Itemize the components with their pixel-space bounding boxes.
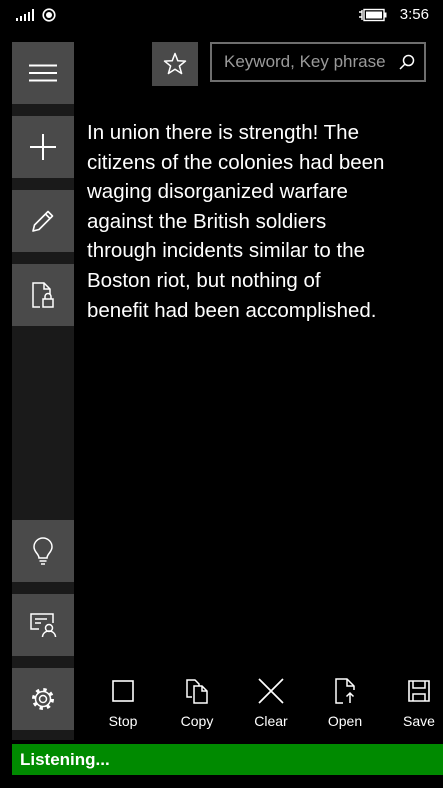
system-status-bar: 3:56 bbox=[0, 0, 443, 32]
menu-button[interactable] bbox=[12, 42, 74, 104]
clear-button[interactable]: Clear bbox=[237, 676, 305, 736]
open-label: Open bbox=[327, 713, 363, 729]
copy-icon bbox=[185, 676, 209, 706]
search-icon[interactable] bbox=[399, 54, 415, 70]
protected-document-button[interactable] bbox=[12, 264, 74, 326]
copy-button[interactable]: Copy bbox=[163, 676, 231, 736]
data-connection-icon bbox=[42, 8, 56, 22]
save-icon bbox=[407, 676, 431, 706]
pencil-icon bbox=[30, 208, 56, 234]
hamburger-icon bbox=[29, 64, 57, 82]
lightbulb-icon bbox=[32, 537, 54, 565]
save-button[interactable]: Save bbox=[385, 676, 443, 736]
plus-icon bbox=[30, 134, 56, 160]
battery-charging-icon bbox=[358, 8, 388, 22]
signal-icon bbox=[16, 9, 34, 21]
open-button[interactable]: Open bbox=[311, 676, 379, 736]
star-icon bbox=[163, 52, 187, 76]
favorites-button[interactable] bbox=[152, 42, 198, 86]
search-input[interactable] bbox=[212, 44, 392, 80]
clear-label: Clear bbox=[254, 713, 288, 729]
search-box bbox=[210, 42, 426, 82]
gear-icon bbox=[30, 686, 56, 712]
clock: 3:56 bbox=[399, 6, 429, 23]
stop-button[interactable]: Stop bbox=[89, 676, 157, 736]
edit-button[interactable] bbox=[12, 190, 74, 252]
recognized-text: In union there is strength! The citizens… bbox=[87, 121, 385, 322]
copy-label: Copy bbox=[180, 713, 214, 729]
save-label: Save bbox=[403, 713, 435, 729]
presenter-icon bbox=[29, 612, 57, 638]
new-button[interactable] bbox=[12, 116, 74, 178]
open-file-icon bbox=[334, 676, 356, 706]
presenter-button[interactable] bbox=[12, 594, 74, 656]
command-bar: Stop Copy Clear Open Save bbox=[86, 676, 443, 736]
close-icon bbox=[258, 676, 284, 706]
document-lock-icon bbox=[31, 281, 55, 309]
stop-label: Stop bbox=[108, 713, 138, 729]
tips-button[interactable] bbox=[12, 520, 74, 582]
settings-button[interactable] bbox=[12, 668, 74, 730]
stop-icon bbox=[111, 676, 135, 706]
listening-status-bar: Listening... bbox=[12, 744, 443, 775]
